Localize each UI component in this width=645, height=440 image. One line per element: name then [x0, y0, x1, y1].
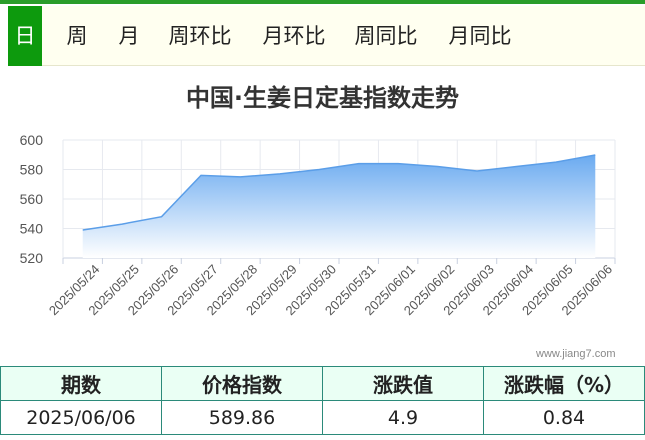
cell-period: 2025/06/06	[0, 400, 162, 435]
header-period: 期数	[0, 366, 162, 401]
series-area-fill	[82, 154, 596, 258]
cell-price-index: 589.86	[161, 400, 323, 435]
y-tick-label: 540	[20, 221, 44, 237]
data-point	[120, 222, 124, 226]
data-point	[396, 162, 400, 166]
watermark: www.jiang7.com	[536, 348, 616, 360]
header-change-value: 涨跌值	[322, 366, 484, 401]
index-trend-chart: 520 540 560 580 600 2025/05/242025/05/252025…	[20, 132, 616, 318]
summary-table: 期数 价格指数 涨跌值 涨跌幅（%） 2025/06/06 589.86 4.9…	[0, 366, 645, 435]
data-point	[278, 172, 282, 176]
tab-month[interactable]: 月	[116, 6, 142, 66]
tab-month-year-on-year[interactable]: 月同比	[446, 6, 514, 66]
y-tick-label: 600	[20, 132, 44, 148]
data-point	[160, 215, 164, 219]
chart-title: 中国·生姜日定基指数走势	[185, 84, 460, 112]
data-point	[436, 165, 440, 169]
data-point	[514, 165, 518, 169]
data-point	[357, 162, 361, 166]
tab-week-on-week[interactable]: 周环比	[166, 6, 234, 66]
tab-week[interactable]: 周	[64, 6, 90, 66]
data-point	[475, 169, 479, 173]
header-change-percent: 涨跌幅（%）	[483, 366, 645, 401]
cell-change-percent: 0.84	[483, 400, 645, 435]
x-axis: 2025/05/242025/05/252025/05/262025/05/27…	[46, 258, 616, 318]
tab-day[interactable]: 日	[8, 6, 42, 66]
y-tick-label: 520	[20, 250, 44, 266]
cell-change-value: 4.9	[322, 400, 484, 435]
tab-month-on-month[interactable]: 月环比	[260, 6, 328, 66]
period-tabbar: 日 周 月 周环比 月环比 周同比 月同比	[8, 6, 645, 66]
data-point	[81, 228, 85, 232]
header-price-index: 价格指数	[161, 366, 323, 401]
table-row: 2025/06/06 589.86 4.9 0.84	[0, 400, 645, 435]
data-point	[238, 175, 242, 179]
data-point	[317, 168, 321, 172]
data-point	[593, 153, 597, 157]
y-tick-label: 560	[20, 191, 44, 207]
top-rule	[0, 0, 645, 4]
tab-week-year-on-year[interactable]: 周同比	[352, 6, 420, 66]
series-area	[81, 153, 597, 258]
data-point	[554, 160, 558, 164]
y-axis: 520 540 560 580 600	[20, 132, 44, 266]
y-tick-label: 580	[20, 162, 44, 178]
summary-header-row: 期数 价格指数 涨跌值 涨跌幅（%）	[0, 366, 645, 401]
data-point	[199, 173, 203, 177]
